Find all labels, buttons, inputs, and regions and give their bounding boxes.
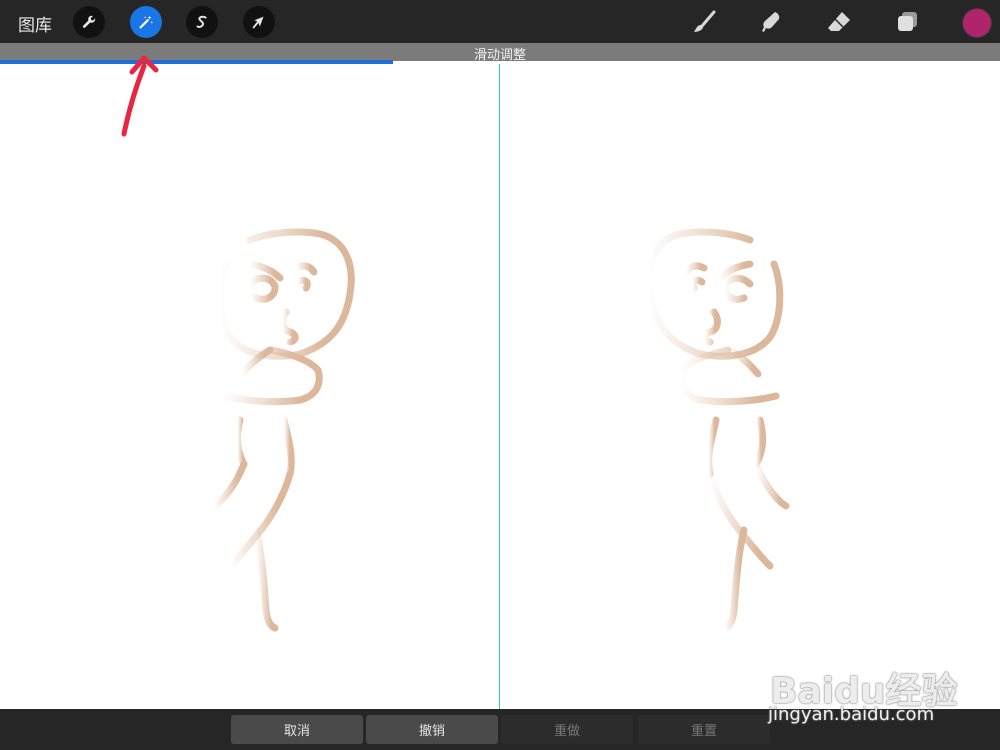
watermark-url: jingyan.baidu.com (768, 704, 935, 725)
smudge-button[interactable] (755, 6, 787, 38)
selection-button[interactable] (186, 6, 218, 38)
reset-button[interactable]: 重置 (638, 715, 770, 744)
baidu-watermark: Baidu经验 jingyan.baidu.com (762, 640, 982, 730)
brush-icon (694, 10, 716, 32)
layers-icon (898, 12, 917, 31)
layers-button[interactable] (891, 6, 923, 38)
cancel-button[interactable]: 取消 (231, 715, 363, 744)
redo-button[interactable]: 重做 (501, 715, 633, 744)
selection-s-icon (196, 15, 207, 28)
annotation-arrow (121, 55, 159, 137)
symmetry-guide-line (499, 64, 500, 709)
left-figure-drawing (210, 228, 355, 632)
magic-wand-icon (139, 15, 154, 29)
smudge-icon (762, 12, 780, 32)
eraser-button[interactable] (823, 6, 855, 38)
arrow-cursor-icon (252, 16, 264, 29)
gallery-button[interactable]: 图库 (18, 11, 52, 36)
wrench-icon (82, 15, 96, 28)
transform-button[interactable] (243, 6, 275, 38)
undo-button[interactable]: 撤销 (366, 715, 498, 744)
right-figure-drawing (645, 228, 790, 632)
eraser-icon (828, 12, 850, 31)
adjustments-button[interactable] (130, 6, 162, 38)
actions-wrench-button[interactable] (73, 6, 105, 38)
brush-button[interactable] (688, 6, 720, 38)
color-swatch[interactable] (962, 8, 992, 38)
